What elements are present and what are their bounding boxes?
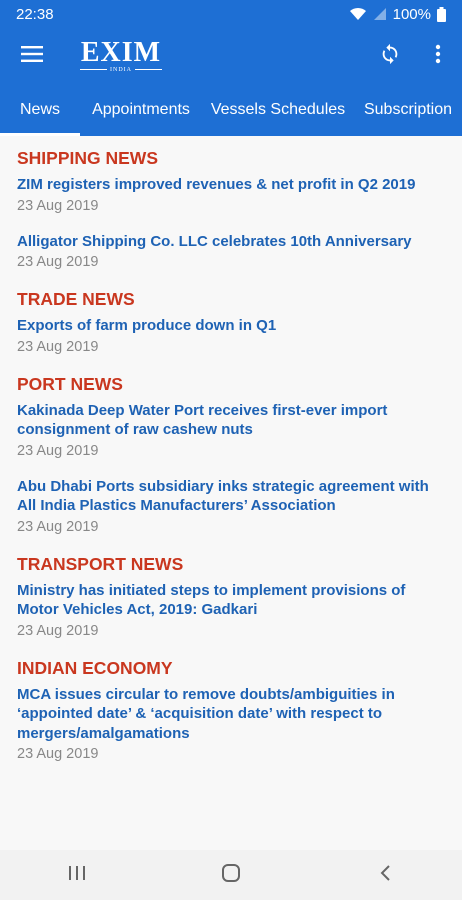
news-item-date: 23 Aug 2019 [17, 442, 99, 459]
back-icon [379, 864, 391, 887]
hamburger-menu-icon [21, 45, 43, 67]
news-item-title[interactable]: ZIM registers improved revenues & net pr… [17, 175, 450, 195]
refresh-icon [379, 43, 401, 70]
news-item-title[interactable]: Exports of farm produce down in Q1 [17, 316, 450, 336]
news-item[interactable]: Alligator Shipping Co. LLC celebrates 10… [17, 232, 450, 273]
news-item-date: 23 Aug 2019 [17, 254, 99, 270]
news-item-title[interactable]: MCA issues circular to remove doubts/amb… [17, 685, 450, 744]
news-item[interactable]: Exports of farm produce down in Q1 23 Au… [17, 316, 450, 357]
section-title: PORT NEWS [17, 373, 123, 394]
news-list[interactable]: SHIPPING NEWS ZIM registers improved rev… [0, 136, 462, 850]
overflow-menu-button[interactable] [414, 28, 462, 84]
recents-button[interactable] [37, 850, 117, 900]
news-item[interactable]: ZIM registers improved revenues & net pr… [17, 175, 450, 216]
exim-logo: EXIM INDIA [80, 28, 162, 84]
home-button[interactable] [191, 850, 271, 900]
section-title: SHIPPING NEWS [17, 148, 158, 168]
news-item-date: 23 Aug 2019 [17, 197, 99, 214]
section-title: TRANSPORT NEWS [17, 553, 184, 574]
tab-news[interactable]: News [0, 84, 80, 136]
system-nav-bar [0, 850, 462, 900]
news-item-title[interactable]: Ministry has initiated steps to implemen… [17, 581, 450, 620]
news-item-title[interactable]: Kakinada Deep Water Port receives first-… [17, 401, 450, 440]
news-section-transport: TRANSPORT NEWS Ministry has initiated st… [0, 553, 462, 641]
tab-subscription[interactable]: Subscription [354, 84, 462, 136]
logo-subtext: INDIA [110, 66, 132, 73]
tab-bar: News Appointments Vessels Schedules Subs… [0, 84, 462, 136]
menu-button[interactable] [0, 28, 64, 84]
status-time: 22:38 [16, 5, 54, 23]
status-bar: 22:38 100% [0, 0, 462, 28]
logo-text: EXIM [80, 36, 162, 68]
news-section-indian-economy: INDIAN ECONOMY MCA issues circular to re… [0, 657, 462, 765]
news-item-date: 23 Aug 2019 [17, 622, 99, 639]
news-section-port: PORT NEWS Kakinada Deep Water Port recei… [0, 373, 462, 537]
signal-icon [373, 7, 387, 21]
battery-label: 100% [392, 5, 431, 23]
status-icons: 100% [349, 6, 446, 23]
tab-appointments[interactable]: Appointments [80, 84, 202, 136]
wifi-icon [349, 7, 367, 21]
home-icon [221, 863, 241, 888]
battery-icon [437, 6, 446, 22]
recents-icon [68, 865, 86, 886]
section-title: INDIAN ECONOMY [17, 657, 173, 678]
news-section-trade: TRADE NEWS Exports of farm produce down … [0, 288, 462, 357]
news-item-date: 23 Aug 2019 [17, 518, 99, 535]
app-bar: EXIM INDIA [0, 28, 462, 84]
section-title: TRADE NEWS [17, 289, 135, 309]
news-item-title[interactable]: Abu Dhabi Ports subsidiary inks strategi… [17, 477, 450, 516]
news-item[interactable]: Abu Dhabi Ports subsidiary inks strategi… [17, 477, 450, 537]
news-item[interactable]: MCA issues circular to remove doubts/amb… [17, 685, 450, 765]
back-button[interactable] [345, 850, 425, 900]
news-section-shipping: SHIPPING NEWS ZIM registers improved rev… [0, 147, 462, 272]
news-item[interactable]: Kakinada Deep Water Port receives first-… [17, 401, 450, 461]
tab-vessels-schedules[interactable]: Vessels Schedules [202, 84, 354, 136]
refresh-button[interactable] [366, 28, 414, 84]
more-vertical-icon [435, 44, 441, 69]
news-item-date: 23 Aug 2019 [17, 338, 99, 355]
news-item[interactable]: Ministry has initiated steps to implemen… [17, 581, 450, 641]
news-item-date: 23 Aug 2019 [17, 746, 99, 762]
news-item-title[interactable]: Alligator Shipping Co. LLC celebrates 10… [17, 232, 450, 252]
